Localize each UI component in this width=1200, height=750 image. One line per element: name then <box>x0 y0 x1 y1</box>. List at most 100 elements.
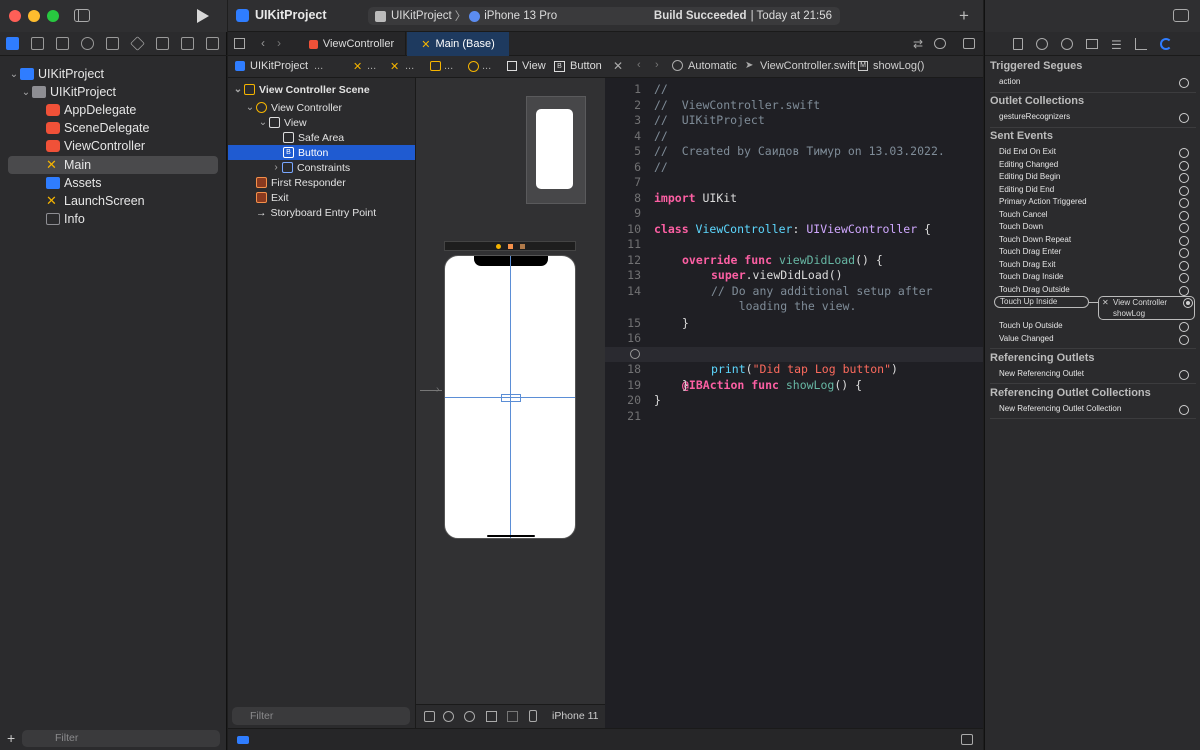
outline-filter-input[interactable]: Filter <box>232 707 410 725</box>
connection-circle-icon[interactable] <box>1179 148 1189 158</box>
connection-circle-icon[interactable] <box>1179 285 1189 296</box>
disconnect-icon[interactable]: ✕ <box>1102 298 1109 307</box>
sidebar-toggle-icon[interactable] <box>74 9 90 22</box>
storyboard-canvas[interactable]: › <box>416 78 605 728</box>
jump-storyboard-base[interactable]: ... <box>405 60 414 72</box>
tree-file[interactable]: ✕ LaunchScreen <box>46 192 218 210</box>
first-responder-dock-icon[interactable] <box>508 244 513 249</box>
chevron-down-icon[interactable]: ⌄ <box>232 84 244 95</box>
review-icon[interactable] <box>934 38 946 49</box>
outline-button-selected[interactable]: B Button <box>228 145 415 160</box>
device-icon[interactable] <box>529 710 537 722</box>
search-icon[interactable] <box>81 37 94 50</box>
outline-entry-point[interactable]: → Storyboard Entry Point <box>256 205 376 220</box>
chevron-down-icon[interactable]: ⌄ <box>244 102 256 113</box>
code-editor[interactable]: 1 // 2 // ViewController.swift 3 // UIKitPr… <box>605 78 983 728</box>
test-icon[interactable] <box>130 36 145 51</box>
split-view-icon[interactable] <box>507 711 518 722</box>
tree-file[interactable]: Assets <box>46 174 218 192</box>
jump-storyboard[interactable]: ... <box>367 60 376 72</box>
connection-circle-icon[interactable] <box>1179 160 1189 171</box>
connection-circle-icon[interactable] <box>1179 235 1189 246</box>
folder-icon[interactable] <box>6 37 19 50</box>
tree-file[interactable]: AppDelegate <box>46 101 218 119</box>
jump-file[interactable]: ViewController.swift <box>760 60 856 72</box>
run-button[interactable] <box>196 9 209 23</box>
tree-project[interactable]: ⌄ UIKitProject <box>8 65 218 83</box>
outline-scene[interactable]: ⌄ View Controller Scene <box>232 82 370 97</box>
file-inspector-icon[interactable] <box>1013 38 1023 50</box>
connection-circle-icon[interactable] <box>1179 248 1189 258</box>
device-selector[interactable]: iPhone 13 Pro <box>484 10 557 22</box>
device-frame[interactable] <box>444 255 576 539</box>
jump-scene[interactable]: ... <box>444 60 453 72</box>
forward-icon[interactable]: › <box>277 36 281 50</box>
close-assistant-icon[interactable]: ✕ <box>613 59 623 73</box>
report-icon[interactable] <box>206 37 219 50</box>
tree-group[interactable]: ⌄ UIKitProject <box>20 83 230 101</box>
source-control-icon[interactable] <box>31 37 44 50</box>
connection-circle-icon[interactable] <box>1179 405 1189 415</box>
tree-file-selected[interactable]: ✕ Main <box>8 156 218 174</box>
connection-circle-icon[interactable] <box>1179 78 1189 88</box>
selected-button[interactable] <box>501 394 521 402</box>
close-window-button[interactable] <box>9 10 21 22</box>
outline-safe-area[interactable]: Safe Area <box>283 130 344 145</box>
outline-toggle-icon[interactable] <box>424 711 435 722</box>
attributes-icon[interactable]: ☰ <box>1111 38 1122 52</box>
breakpoint-icon[interactable] <box>181 37 194 50</box>
warning-icon[interactable] <box>106 37 119 50</box>
add-icon[interactable]: + <box>7 731 15 745</box>
scheme-selector[interactable]: UIKitProject <box>391 10 452 22</box>
connection-circle-icon[interactable] <box>630 349 640 359</box>
connection-circle-icon[interactable] <box>1179 210 1189 221</box>
connection-circle-icon[interactable] <box>1179 173 1189 183</box>
minimap[interactable] <box>526 96 586 204</box>
split-editor-icon[interactable] <box>963 38 975 49</box>
tab-viewcontroller[interactable]: ViewController <box>298 32 406 56</box>
outline-first-responder[interactable]: First Responder <box>256 175 346 190</box>
chevron-right-icon[interactable]: › <box>270 162 282 173</box>
scene-dock[interactable] <box>444 241 576 251</box>
outline-exit[interactable]: Exit <box>256 190 289 205</box>
forward-icon[interactable]: › <box>655 59 659 71</box>
chevron-down-icon[interactable]: ⌄ <box>8 69 20 80</box>
symbol-icon[interactable] <box>56 37 69 50</box>
history-icon[interactable] <box>1036 38 1048 50</box>
connection-circle-icon[interactable] <box>1179 223 1189 233</box>
connected-circle-icon[interactable] <box>1183 298 1193 308</box>
exit-dock-icon[interactable] <box>520 244 525 249</box>
minimize-window-button[interactable] <box>28 10 40 22</box>
jump-folder[interactable]: ... <box>314 60 323 72</box>
back-icon[interactable]: ‹ <box>261 36 265 50</box>
help-icon[interactable] <box>1061 38 1073 50</box>
outline-vc[interactable]: ⌄ View Controller <box>244 100 342 115</box>
debug-icon[interactable] <box>156 37 169 50</box>
tree-file[interactable]: Info <box>46 210 218 228</box>
connection-circle-icon[interactable] <box>1179 334 1189 345</box>
swap-icon[interactable]: ⇄ <box>913 37 923 51</box>
connection-circle-icon[interactable] <box>1179 260 1189 271</box>
connection-circle-icon[interactable] <box>1179 113 1189 123</box>
outline-view[interactable]: ⌄ View <box>257 115 307 130</box>
jump-button[interactable]: Button <box>570 60 602 72</box>
connection-circle-icon[interactable] <box>1179 322 1189 332</box>
panel-toggle-icon[interactable] <box>961 734 973 745</box>
outline-constraints[interactable]: › Constraints <box>270 160 350 175</box>
connection-box[interactable]: ✕ View Controller showLog <box>1098 296 1195 320</box>
chevron-down-icon[interactable]: ⌄ <box>257 117 269 128</box>
jump-method[interactable]: showLog() <box>873 60 924 72</box>
connection-circle-icon[interactable] <box>1179 198 1189 208</box>
related-items-icon[interactable] <box>672 60 683 71</box>
back-icon[interactable]: ‹ <box>637 59 641 71</box>
connections-icon[interactable] <box>1160 38 1172 50</box>
connection-circle-icon[interactable] <box>1179 273 1189 283</box>
chevron-down-icon[interactable]: ⌄ <box>20 87 32 98</box>
inspector-toggle-icon[interactable] <box>1173 9 1189 22</box>
identity-icon[interactable] <box>1086 39 1098 49</box>
navigator-filter-input[interactable]: Filter <box>22 730 220 747</box>
tree-file[interactable]: SceneDelegate <box>46 119 218 137</box>
tree-file[interactable]: ViewController <box>46 137 218 155</box>
appearance-icon[interactable] <box>443 711 454 722</box>
event-touch-up-inside[interactable]: Touch Up Inside <box>994 296 1089 308</box>
